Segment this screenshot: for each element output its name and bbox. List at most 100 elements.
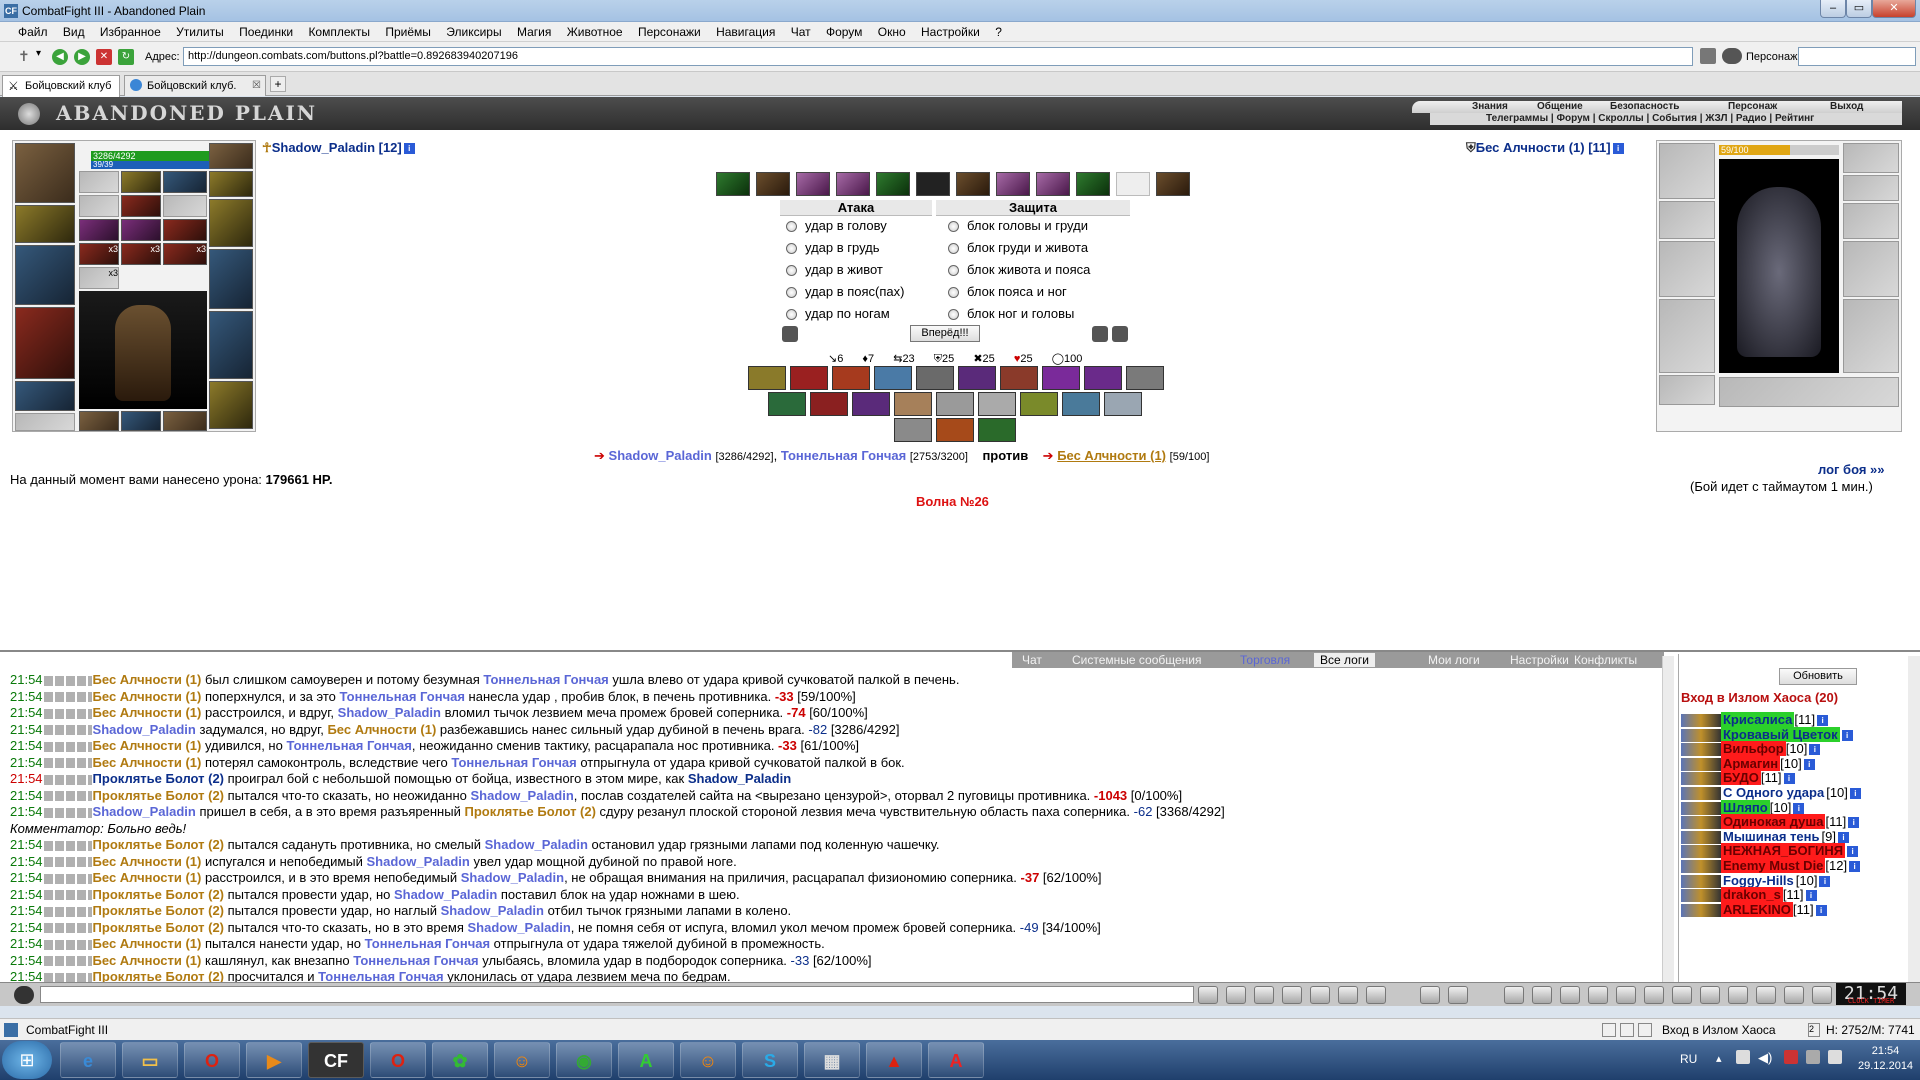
bag-icon[interactable]	[1644, 986, 1664, 1004]
effect-icon[interactable]	[796, 172, 830, 196]
info-icon[interactable]: i	[1837, 831, 1849, 843]
player-name[interactable]: Вильфор	[1721, 741, 1786, 757]
fighter-name[interactable]: Shadow_Paladin	[461, 870, 564, 885]
skill-icon[interactable]	[1126, 366, 1164, 390]
ie-icon[interactable]: e	[60, 1042, 116, 1078]
opera-icon[interactable]: O	[370, 1042, 426, 1078]
player-row[interactable]: Шляпо [10] i	[1681, 799, 1805, 816]
rune-slot-3[interactable]	[163, 195, 207, 217]
fighter-name[interactable]: Бес Алчности (1)	[93, 870, 202, 885]
app-icon[interactable]: A	[928, 1042, 984, 1078]
maximize-button[interactable]: ▭	[1846, 0, 1872, 18]
log-time[interactable]: 21:54	[10, 887, 43, 902]
back-icon[interactable]: ◀	[52, 49, 68, 65]
player2-name[interactable]: Тоннельная Гончая	[781, 448, 906, 463]
filter-icon[interactable]	[1254, 986, 1274, 1004]
minimize-button[interactable]: –	[1820, 0, 1846, 18]
log-time[interactable]: 21:54	[10, 788, 43, 803]
volume-icon[interactable]: ◀)	[1758, 1050, 1772, 1066]
log-time[interactable]: 21:54	[10, 920, 43, 935]
menu-techniques[interactable]: Приёмы	[379, 22, 437, 39]
view-icon[interactable]	[1602, 1023, 1616, 1037]
player-name[interactable]: Одинокая душа	[1721, 814, 1826, 830]
nav-knowledge[interactable]: Знания	[1472, 101, 1508, 112]
attack-option-groin[interactable]: удар в пояс(пах)	[786, 284, 904, 299]
fighter-name[interactable]: Бес Алчности (1)	[93, 755, 202, 770]
nav-character[interactable]: Персонаж	[1728, 101, 1777, 112]
skill-icon[interactable]	[1020, 392, 1058, 416]
tray-app-icon[interactable]	[1828, 1050, 1842, 1064]
effect-icon[interactable]	[756, 172, 790, 196]
shield-left-icon[interactable]	[782, 326, 798, 342]
ring-slot[interactable]	[209, 171, 253, 197]
stop-icon[interactable]: ✕	[96, 49, 112, 65]
player-name[interactable]: С Одного удара	[1721, 785, 1826, 800]
player-name[interactable]: Шляпо	[1721, 799, 1770, 815]
language-indicator[interactable]: RU	[1680, 1052, 1697, 1066]
fighter-name[interactable]: Бес Алчности (1)	[93, 689, 202, 704]
fighter-name[interactable]: Shadow_Paladin	[441, 903, 544, 918]
chat-tab-all-logs[interactable]: Все логи	[1314, 653, 1375, 667]
menu-fights[interactable]: Поединки	[233, 22, 299, 39]
log-time[interactable]: 21:54	[10, 722, 43, 737]
pin-icon[interactable]: ✝	[18, 48, 30, 65]
shield-icon[interactable]	[1092, 326, 1108, 342]
bookmark-icon[interactable]	[1700, 48, 1716, 64]
menu-elixirs[interactable]: Эликсиры	[440, 22, 507, 39]
pocket-slot-0[interactable]	[15, 413, 75, 431]
log-time[interactable]: 21:54	[10, 870, 43, 885]
menu-chat[interactable]: Чат	[785, 22, 817, 39]
fighter-name[interactable]: Бес Алчности (1)	[93, 738, 202, 753]
scroll-icon[interactable]	[1588, 986, 1608, 1004]
skill-icon[interactable]	[978, 418, 1016, 442]
fighter-name[interactable]: Тоннельная Гончая	[340, 689, 465, 704]
forward-button[interactable]: Вперёд!!!	[910, 325, 980, 342]
player-name[interactable]: drakon_s	[1721, 887, 1783, 903]
address-input[interactable]: http://dungeon.combats.com/buttons.pl?ba…	[183, 47, 1693, 66]
effect-icon[interactable]	[1076, 172, 1110, 196]
player-name[interactable]: Армагин	[1721, 755, 1781, 771]
fighter-name[interactable]: Проклятье Болот (2)	[93, 788, 224, 803]
stats-icon[interactable]	[1338, 986, 1358, 1004]
fighter-name[interactable]: Проклятье Болот (2)	[93, 903, 224, 918]
shield-slot[interactable]	[209, 381, 253, 429]
player-row[interactable]: Крисалиса [11] i	[1681, 712, 1829, 728]
tray-flag-icon[interactable]	[1736, 1050, 1750, 1064]
hand-icon[interactable]	[1784, 986, 1804, 1004]
info-icon[interactable]: i	[1803, 758, 1815, 770]
player-name[interactable]: ARLEKINO	[1721, 901, 1793, 917]
player-name[interactable]: Мышиная тень	[1721, 829, 1821, 844]
save-icon[interactable]	[1282, 986, 1302, 1004]
rune-slot-1[interactable]	[79, 195, 119, 217]
player-badges-icon[interactable]	[1681, 743, 1721, 757]
bracers-slot[interactable]	[209, 199, 253, 247]
fighter-name[interactable]: Проклятье Болот (2)	[93, 837, 224, 852]
radio-button[interactable]	[786, 243, 797, 255]
log-time[interactable]: 21:54	[10, 705, 43, 720]
fighter-name[interactable]: Бес Алчности (1)	[93, 953, 202, 968]
gloves-slot[interactable]	[15, 205, 75, 243]
menu-navigation[interactable]: Навигация	[710, 22, 781, 39]
skill-icon[interactable]	[790, 366, 828, 390]
info-icon[interactable]: i	[1848, 817, 1860, 829]
fighter-name[interactable]: Shadow_Paladin	[394, 887, 497, 902]
info-icon[interactable]: i	[1847, 846, 1859, 858]
view-icon[interactable]	[1620, 1023, 1634, 1037]
chat-tab-my-logs[interactable]: Мои логи	[1428, 653, 1480, 667]
attack-option-chest[interactable]: удар в грудь	[786, 240, 880, 255]
log-scrollbar[interactable]	[1662, 656, 1674, 986]
door-icon[interactable]	[1812, 986, 1832, 1004]
menu-help[interactable]: ?	[989, 22, 1008, 39]
amulet-slot[interactable]	[209, 143, 253, 169]
info-icon[interactable]: i	[1783, 773, 1795, 785]
skill-icon[interactable]	[874, 366, 912, 390]
skill-icon[interactable]	[832, 366, 870, 390]
menu-pet[interactable]: Животное	[561, 22, 629, 39]
menu-window[interactable]: Окно	[872, 22, 912, 39]
player-row[interactable]: С Одного удара [10] i	[1681, 785, 1861, 801]
odnoklassniki-icon[interactable]: ☺	[680, 1042, 736, 1078]
radio-button[interactable]	[786, 309, 797, 321]
elixir-slot-2[interactable]	[121, 219, 161, 241]
log-time[interactable]: 21:54	[10, 771, 43, 786]
battle-log-link[interactable]: лог боя »»	[1818, 462, 1885, 477]
